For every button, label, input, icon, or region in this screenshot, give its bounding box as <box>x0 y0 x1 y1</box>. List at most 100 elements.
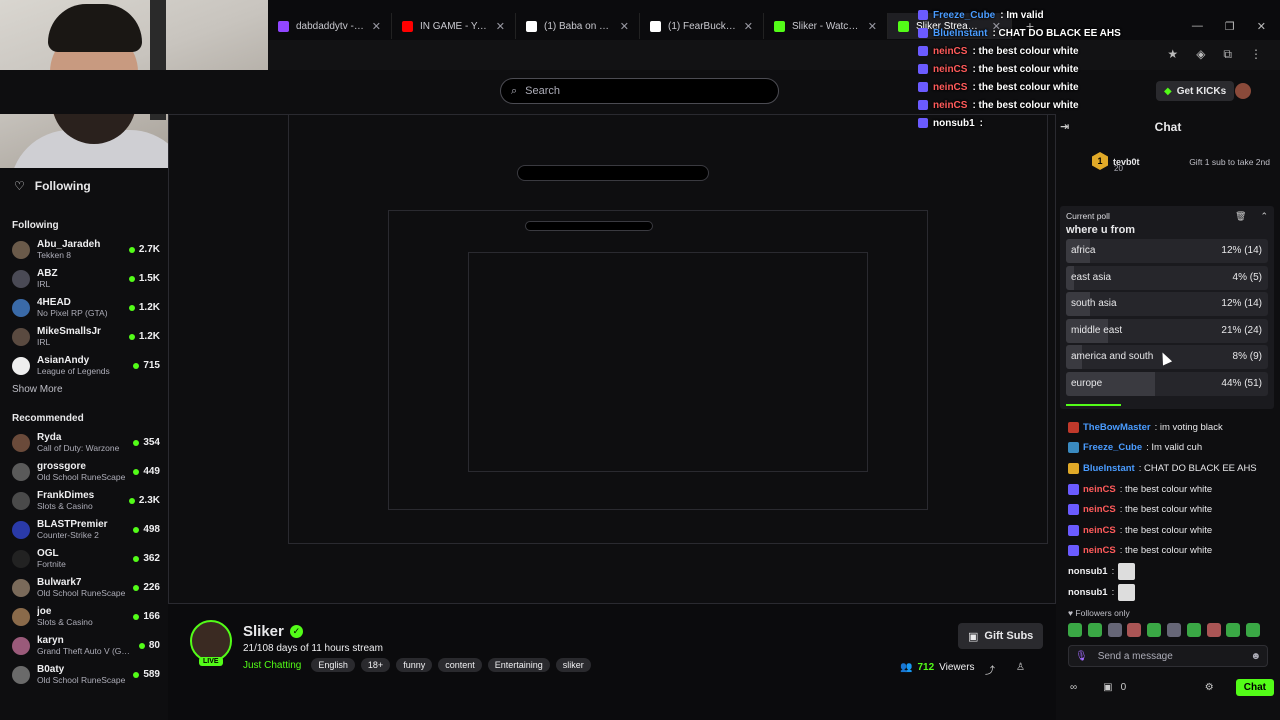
menu-icon[interactable]: ⋮ <box>1250 47 1262 62</box>
chat-message: nonsub1: <box>1068 582 1274 603</box>
close-tab-icon[interactable]: ✕ <box>372 20 381 33</box>
chat-username[interactable]: neinCS <box>1083 484 1116 495</box>
send-message-placeholder: Send a message <box>1097 650 1173 662</box>
settings-icon[interactable]: ⚙ <box>1205 682 1214 693</box>
close-window-icon[interactable]: ✕ <box>1257 20 1266 33</box>
sidebar-channel[interactable]: 4HEAD No Pixel RP (GTA) 1.2K <box>12 293 160 322</box>
browser-tab[interactable]: (1) FearBuck on X: " ✕ <box>640 13 764 39</box>
poll-option-label: east asia <box>1071 271 1112 283</box>
stream-tag[interactable]: English <box>311 658 355 672</box>
following-header[interactable]: ♡ Following <box>12 170 160 202</box>
emote-icon[interactable] <box>1147 623 1162 637</box>
stream-tag[interactable]: sliker <box>555 658 591 672</box>
sidebar-channel[interactable]: BLASTPremier Counter-Strike 2 498 <box>12 515 160 544</box>
search-input[interactable]: ⌕ Search <box>500 78 779 104</box>
minimize-icon[interactable]: — <box>1192 20 1203 33</box>
sidebar-channel[interactable]: MikeSmallsJr IRL 1.2K <box>12 322 160 351</box>
tab-title: IN GAME - YouTube <box>420 20 489 32</box>
chat-send-button[interactable]: Chat <box>1235 679 1274 696</box>
emote-icon[interactable] <box>1186 623 1201 637</box>
show-more-link[interactable]: Show More <box>12 384 160 395</box>
overlay-chat-message: neinCS: the best colour white <box>918 78 1088 96</box>
gift-subs-button[interactable]: ▣ Gift Subs <box>958 623 1044 649</box>
streamer-avatar[interactable] <box>190 620 232 662</box>
live-badge: LIVE <box>199 657 223 666</box>
poll-option[interactable]: africa 12% (14) <box>1066 239 1268 263</box>
poll-label: Current poll <box>1066 211 1110 221</box>
tab-favicon-icon <box>278 20 289 32</box>
chat-message: neinCS: the best colour white <box>1068 479 1274 500</box>
extensions-puzzle-icon[interactable]: ⧉ <box>1223 47 1232 62</box>
channel-viewer-count: 80 <box>148 640 160 651</box>
close-tab-icon[interactable]: ✕ <box>744 20 753 33</box>
poll-option[interactable]: europe 44% (51) <box>1066 371 1268 396</box>
user-avatar[interactable] <box>1235 83 1251 99</box>
sidebar-channel[interactable]: AsianAndy League of Legends 715 <box>12 351 160 380</box>
sidebar-channel[interactable]: grossgore Old School RuneScape 449 <box>12 457 160 486</box>
poll-option[interactable]: middle east 21% (24) <box>1066 318 1268 343</box>
chat-username[interactable]: Freeze_Cube <box>1083 442 1142 453</box>
stream-title: 21/108 days of 11 hours stream <box>243 643 383 654</box>
gift-sub-cta[interactable]: Gift 1 sub to take 2nd <box>1189 157 1270 167</box>
stream-category-link[interactable]: Just Chatting <box>243 660 301 671</box>
emote-icon[interactable] <box>1206 623 1221 637</box>
emoji-icon[interactable]: ☻ <box>1250 651 1261 662</box>
share-icon[interactable]: ⤴ <box>985 662 995 677</box>
chat-username[interactable]: neinCS <box>1083 504 1116 515</box>
emote-icon[interactable] <box>1107 623 1122 637</box>
sidebar-channel[interactable]: ABZ IRL 1.5K <box>12 264 160 293</box>
emote-icon[interactable] <box>1087 623 1102 637</box>
chat-username[interactable]: BlueInstant <box>1083 463 1135 474</box>
gift-icon[interactable]: ▣ <box>1103 682 1112 693</box>
emote-icon[interactable] <box>1068 623 1082 637</box>
maximize-icon[interactable]: ❐ <box>1225 20 1235 33</box>
poll-option[interactable]: south asia 12% (14) <box>1066 292 1268 317</box>
stream-video-player[interactable] <box>168 114 1056 604</box>
sidebar-channel[interactable]: Abu_Jaradeh Tekken 8 2.7K <box>12 235 160 264</box>
sidebar-channel[interactable]: karyn Grand Theft Auto V (GTA) 80 <box>12 631 160 660</box>
browser-tab[interactable]: Sliker - Watch clips o ✕ <box>764 13 888 39</box>
bookmark-icon[interactable]: ★ <box>1167 47 1178 62</box>
chat-username[interactable]: neinCS <box>1083 525 1116 536</box>
chat-username[interactable]: nonsub1 <box>1068 566 1108 577</box>
sidebar-channel[interactable]: B0aty Old School RuneScape 589 <box>12 660 160 689</box>
browser-tab[interactable]: IN GAME - YouTube ✕ <box>392 13 516 39</box>
channel-name: grossgore <box>37 461 86 472</box>
send-message-input[interactable]: 🎙 Send a message ☻ <box>1068 645 1268 667</box>
emote-icon[interactable] <box>1127 623 1142 637</box>
sidebar-channel[interactable]: FrankDimes Slots & Casino 2.3K <box>12 486 160 515</box>
overlay-chat-message: neinCS: the best colour white <box>918 42 1088 60</box>
browser-tab[interactable]: dabdaddytv - Twitch ✕ <box>268 13 392 39</box>
emote-icon[interactable] <box>1226 623 1241 637</box>
stream-tag[interactable]: Entertaining <box>487 658 550 672</box>
sidebar-channel[interactable]: joe Slots & Casino 166 <box>12 602 160 631</box>
live-dot-icon <box>138 642 145 649</box>
follow-icon[interactable]: ♙ <box>1016 662 1025 673</box>
stream-tag[interactable]: content <box>438 658 482 672</box>
close-tab-icon[interactable]: ✕ <box>620 20 629 33</box>
sidebar-channel[interactable]: OGL Fortnite 362 <box>12 544 160 573</box>
close-tab-icon[interactable]: ✕ <box>496 20 505 33</box>
gifter-count: 20 <box>1114 164 1123 173</box>
channel-avatar <box>12 240 30 259</box>
chat-username[interactable]: neinCS <box>1083 545 1116 556</box>
extension-icon[interactable]: ◈ <box>1196 47 1205 62</box>
emote-icon[interactable] <box>1246 623 1261 637</box>
browser-tab[interactable]: (1) Baba on X: "What ✕ <box>516 13 640 39</box>
chat-username[interactable]: nonsub1 <box>1068 587 1108 598</box>
sidebar-channel[interactable]: Bulwark7 Old School RuneScape 226 <box>12 573 160 602</box>
delete-poll-icon[interactable]: 🗑 <box>1235 211 1246 222</box>
emote-icon[interactable] <box>1166 623 1181 637</box>
poll-option[interactable]: east asia 4% (5) <box>1066 265 1268 290</box>
get-kicks-button[interactable]: ◆ Get KICKs <box>1156 81 1235 101</box>
microphone-icon[interactable]: 🎙 <box>1075 651 1088 662</box>
streamer-name[interactable]: Sliker <box>243 623 284 640</box>
collapse-poll-icon[interactable]: ⌃ <box>1260 211 1268 222</box>
stream-tag[interactable]: funny <box>396 658 433 672</box>
stream-tag[interactable]: 18+ <box>360 658 391 672</box>
infinity-icon[interactable]: ∞ <box>1070 682 1077 693</box>
close-tab-icon[interactable]: ✕ <box>868 20 877 33</box>
chat-username[interactable]: TheBowMaster <box>1083 422 1151 433</box>
overlay-chat-message: neinCS: the best colour white <box>918 60 1088 78</box>
sidebar-channel[interactable]: Ryda Call of Duty: Warzone 354 <box>12 428 160 457</box>
